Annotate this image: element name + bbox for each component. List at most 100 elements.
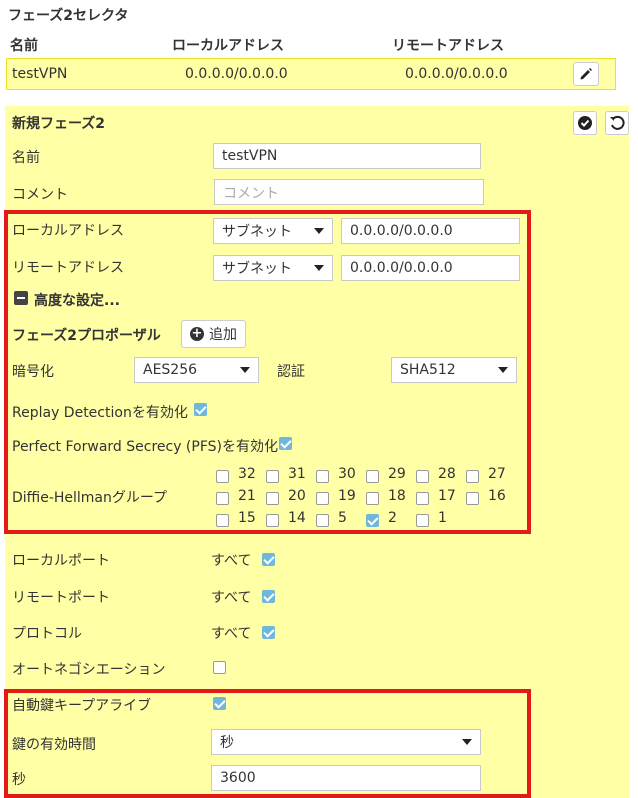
remote-address-label: リモートアドレス xyxy=(12,260,124,276)
dh-group-32-label: 32 xyxy=(238,466,256,482)
row-remote-address: 0.0.0.0/0.0.0.0 xyxy=(405,66,508,82)
local-port-all-checkbox[interactable] xyxy=(262,553,275,566)
dh-group-16-checkbox[interactable] xyxy=(466,492,479,505)
dh-group-30-checkbox[interactable] xyxy=(316,470,329,483)
dh-group-18-checkbox[interactable] xyxy=(366,492,379,505)
column-header-local-address: ローカルアドレス xyxy=(172,38,284,54)
row-local-address: 0.0.0.0/0.0.0.0 xyxy=(185,66,288,82)
dh-group-15-label: 15 xyxy=(238,510,256,526)
dh-group-31-label: 31 xyxy=(288,466,306,482)
autokey-keepalive-label: 自動鍵キープアライブ xyxy=(12,698,152,714)
replay-detection-label: Replay Detectionを有効化 xyxy=(12,405,188,421)
pencil-icon xyxy=(580,68,592,80)
pfs-checkbox[interactable] xyxy=(279,437,292,450)
autokey-keepalive-checkbox[interactable] xyxy=(213,697,226,710)
add-proposal-button[interactable]: + 追加 xyxy=(181,320,246,348)
dh-group-28-label: 28 xyxy=(438,466,456,482)
dh-group-5-label: 5 xyxy=(338,510,347,526)
auth-value: SHA512 xyxy=(400,362,456,378)
remote-port-value: すべて xyxy=(211,590,252,606)
remote-port-all-checkbox[interactable] xyxy=(262,590,275,603)
check-circle-icon xyxy=(578,116,592,130)
local-address-type-select[interactable]: サブネット xyxy=(213,218,333,244)
selector-title: フェーズ2セレクタ xyxy=(8,8,129,24)
comment-textarea[interactable]: コメント xyxy=(214,179,484,205)
name-input[interactable]: testVPN xyxy=(213,143,481,169)
dh-group-2-checkbox[interactable] xyxy=(366,514,379,527)
protocol-all-checkbox[interactable] xyxy=(262,626,275,639)
chevron-down-icon xyxy=(462,739,472,745)
encryption-value: AES256 xyxy=(143,362,198,378)
dh-group-29-checkbox[interactable] xyxy=(366,470,379,483)
protocol-value: すべて xyxy=(211,626,252,642)
dh-group-20-checkbox[interactable] xyxy=(266,492,279,505)
revert-button[interactable] xyxy=(605,111,629,135)
local-address-label: ローカルアドレス xyxy=(12,223,124,239)
comment-label: コメント xyxy=(12,187,68,203)
dh-group-17-checkbox[interactable] xyxy=(416,492,429,505)
edit-button[interactable] xyxy=(573,62,599,86)
dh-group-label: Diffie-Hellmanグループ xyxy=(12,490,168,506)
dh-group-14-checkbox[interactable] xyxy=(266,514,279,527)
encryption-label: 暗号化 xyxy=(12,364,54,380)
autonegotiation-label: オートネゴシエーション xyxy=(12,662,166,678)
chevron-down-icon xyxy=(498,367,508,373)
dh-group-18-label: 18 xyxy=(388,488,406,504)
column-header-name: 名前 xyxy=(10,38,38,54)
dh-group-29-label: 29 xyxy=(388,466,406,482)
chevron-down-icon xyxy=(240,367,250,373)
key-lifetime-select[interactable]: 秒 xyxy=(211,729,481,755)
replay-detection-checkbox[interactable] xyxy=(194,403,207,416)
dh-group-17-label: 17 xyxy=(438,488,456,504)
key-lifetime-value: 秒 xyxy=(220,735,234,751)
dh-group-19-label: 19 xyxy=(338,488,356,504)
row-name: testVPN xyxy=(12,66,68,82)
protocol-label: プロトコル xyxy=(12,626,82,642)
dh-group-28-checkbox[interactable] xyxy=(416,470,429,483)
plus-circle-icon: + xyxy=(190,326,204,341)
dh-group-32-checkbox[interactable] xyxy=(216,470,229,483)
dh-group-1-label: 1 xyxy=(438,510,447,526)
proposal-label: フェーズ2プロポーザル xyxy=(12,328,161,344)
dh-group-27-checkbox[interactable] xyxy=(466,470,479,483)
seconds-input[interactable]: 3600 xyxy=(211,765,481,791)
dh-group-27-label: 27 xyxy=(488,466,506,482)
local-port-label: ローカルポート xyxy=(12,553,110,569)
key-lifetime-label: 鍵の有効時間 xyxy=(12,737,96,753)
name-label: 名前 xyxy=(12,150,40,166)
remote-address-type-value: サブネット xyxy=(222,261,292,277)
dh-group-20-label: 20 xyxy=(288,488,306,504)
form-heading: 新規フェーズ2 xyxy=(12,116,106,132)
autonegotiation-checkbox[interactable] xyxy=(213,661,226,674)
dh-group-1-checkbox[interactable] xyxy=(416,514,429,527)
dh-group-16-label: 16 xyxy=(488,488,506,504)
remote-port-label: リモートポート xyxy=(12,590,110,606)
column-header-remote-address: リモートアドレス xyxy=(392,38,504,54)
dh-group-21-checkbox[interactable] xyxy=(216,492,229,505)
auth-label: 認証 xyxy=(277,364,305,380)
pfs-label: Perfect Forward Secrecy (PFS)を有効化 xyxy=(12,439,278,455)
chevron-down-icon xyxy=(314,265,324,271)
dh-group-31-checkbox[interactable] xyxy=(266,470,279,483)
save-button[interactable] xyxy=(573,111,597,135)
encryption-select[interactable]: AES256 xyxy=(134,357,259,383)
dh-group-19-checkbox[interactable] xyxy=(316,492,329,505)
selector-table-row[interactable] xyxy=(6,58,616,90)
local-port-value: すべて xyxy=(211,553,252,569)
auth-select[interactable]: SHA512 xyxy=(391,357,517,383)
local-address-input[interactable]: 0.0.0.0/0.0.0.0 xyxy=(341,218,520,244)
undo-icon xyxy=(610,115,625,130)
dh-group-5-checkbox[interactable] xyxy=(316,514,329,527)
remote-address-input[interactable]: 0.0.0.0/0.0.0.0 xyxy=(341,255,520,281)
minus-square-icon[interactable] xyxy=(14,291,28,305)
add-button-label: 追加 xyxy=(209,327,237,343)
local-address-type-value: サブネット xyxy=(222,224,292,240)
dh-group-14-label: 14 xyxy=(288,510,306,526)
advanced-settings-toggle[interactable]: 高度な設定... xyxy=(34,290,120,310)
dh-group-21-label: 21 xyxy=(238,488,256,504)
dh-group-30-label: 30 xyxy=(338,466,356,482)
chevron-down-icon xyxy=(314,228,324,234)
dh-group-15-checkbox[interactable] xyxy=(216,514,229,527)
seconds-label: 秒 xyxy=(12,772,26,788)
remote-address-type-select[interactable]: サブネット xyxy=(213,255,333,281)
